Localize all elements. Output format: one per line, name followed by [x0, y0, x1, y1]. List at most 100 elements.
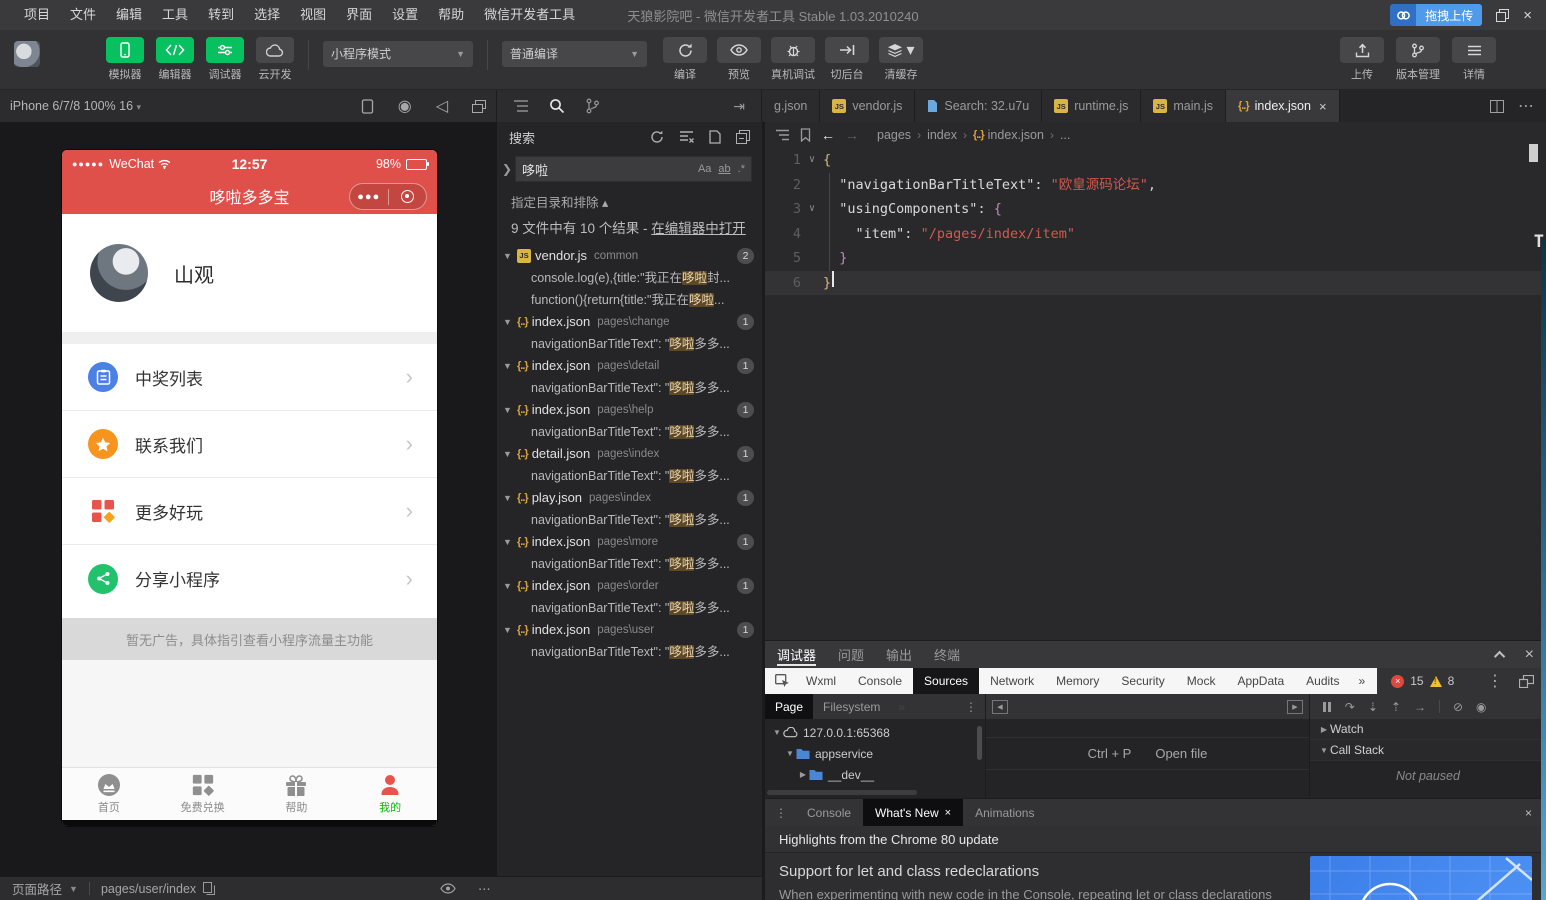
deactivate-breakpoints-icon[interactable]: ⊘	[1453, 700, 1463, 714]
tree-node-appservice[interactable]: ▼appservice	[765, 743, 985, 764]
action-预览[interactable]: 预览	[717, 37, 761, 82]
close-tab-icon[interactable]: ×	[945, 807, 951, 819]
breadcrumb-item[interactable]: ...	[1060, 128, 1070, 142]
drag-upload-button[interactable]: 拖拽上传	[1390, 4, 1482, 26]
open-search-editor-icon[interactable]	[709, 130, 721, 144]
search-result-file[interactable]: ▼{..}detail.jsonpages\index1	[497, 443, 762, 465]
more-options-icon[interactable]: ⋯	[478, 881, 491, 896]
search-result-file[interactable]: ▼{..}index.jsonpages\order1	[497, 575, 762, 597]
callstack-section[interactable]: ▼ Call Stack	[1310, 740, 1546, 761]
devtools-tab-Sources[interactable]: Sources	[913, 668, 979, 694]
menu-item-工具[interactable]: 工具	[152, 0, 198, 30]
search-match-line[interactable]: navigationBarTitleText": "哆啦多多...	[497, 509, 762, 531]
rotate-device-icon[interactable]	[361, 99, 374, 114]
devtools-tab-AppData[interactable]: AppData	[1226, 668, 1295, 694]
avatar[interactable]	[90, 244, 148, 302]
search-result-file[interactable]: ▼{..}index.jsonpages\more1	[497, 531, 762, 553]
overflow-tabs-icon[interactable]: »	[890, 700, 913, 714]
search-icon[interactable]	[549, 98, 565, 114]
devtools-kebab-icon[interactable]: ⋮	[1487, 671, 1503, 691]
navigate-back-icon[interactable]: ←	[821, 127, 835, 143]
search-match-line[interactable]: console.log(e),{title:"我正在哆啦封...	[497, 267, 762, 289]
match-case-toggle[interactable]: Aa	[698, 163, 711, 175]
devtools-tab-Mock[interactable]: Mock	[1176, 668, 1227, 694]
breadcrumb-item[interactable]: {..}index.json	[973, 128, 1044, 142]
search-match-line[interactable]: navigationBarTitleText": "哆啦多多...	[497, 421, 762, 443]
whole-word-toggle[interactable]: ab	[718, 163, 730, 175]
pause-on-exceptions-icon[interactable]: ◉	[1476, 700, 1486, 714]
search-match-line[interactable]: navigationBarTitleText": "哆啦多多...	[497, 333, 762, 355]
open-in-editor-link[interactable]: 在编辑器中打开	[651, 221, 746, 236]
menu-item-界面[interactable]: 界面	[336, 0, 382, 30]
search-result-file[interactable]: ▼{..}play.jsonpages\index1	[497, 487, 762, 509]
debugger-tab-输出[interactable]: 输出	[886, 641, 912, 668]
search-result-file[interactable]: ▼{..}index.jsonpages\help1	[497, 399, 762, 421]
git-branch-icon[interactable]	[585, 98, 600, 114]
fold-icon[interactable]: ∨	[801, 148, 823, 173]
sidebar-tab-Filesystem[interactable]: Filesystem	[813, 694, 890, 719]
drawer-tab-Animations[interactable]: Animations	[963, 799, 1046, 826]
devtools-tab-Security[interactable]: Security	[1110, 668, 1175, 694]
search-result-file[interactable]: ▼{..}index.jsonpages\user1	[497, 619, 762, 641]
step-icon[interactable]: →	[1414, 700, 1426, 714]
copy-path-icon[interactable]	[203, 882, 215, 895]
phone-tab-帮助[interactable]: 帮助	[250, 768, 344, 820]
sidebar-tab-Page[interactable]: Page	[765, 694, 813, 719]
collapse-all-icon[interactable]	[736, 130, 750, 144]
explorer-icon[interactable]	[513, 99, 529, 113]
breadcrumb-item[interactable]: index	[927, 128, 957, 142]
drawer-tab-What's New[interactable]: What's New×	[863, 799, 963, 826]
inspect-element-icon[interactable]	[769, 674, 795, 688]
tab-g.json[interactable]: g.json	[762, 90, 820, 122]
scrollbar-thumb[interactable]	[767, 790, 917, 795]
search-match-line[interactable]: navigationBarTitleText": "哆啦多多...	[497, 597, 762, 619]
scrollbar-thumb[interactable]	[1529, 144, 1538, 162]
record-screen-icon[interactable]: ◉	[398, 96, 412, 116]
devtools-tab-Network[interactable]: Network	[979, 668, 1045, 694]
menu-item-设置[interactable]: 设置	[382, 0, 428, 30]
device-select[interactable]: iPhone 6/7/8 100% 16 ▾	[10, 99, 141, 113]
phone-tab-首页[interactable]: 首页	[62, 768, 156, 820]
drawer-tab-Console[interactable]: Console	[795, 799, 863, 826]
close-panel-icon[interactable]: ×	[1525, 646, 1534, 664]
devtools-tab-Console[interactable]: Console	[847, 668, 913, 694]
menu-item-帮助[interactable]: 帮助	[428, 0, 474, 30]
devtools-tab-Memory[interactable]: Memory	[1045, 668, 1110, 694]
watch-section[interactable]: ▶ Watch	[1310, 719, 1546, 740]
search-input[interactable]: 哆啦 Aa ab .*	[515, 156, 752, 182]
close-tab-icon[interactable]: ×	[1319, 99, 1327, 114]
split-editor-icon[interactable]	[1490, 100, 1504, 113]
bookmark-icon[interactable]	[800, 128, 811, 142]
fold-icon[interactable]: ∨	[801, 197, 823, 222]
overflow-tabs-icon[interactable]: »	[1351, 674, 1374, 688]
menu-item-微信开发者工具[interactable]: 微信开发者工具	[474, 0, 585, 30]
user-avatar[interactable]	[14, 41, 40, 67]
search-result-file[interactable]: ▼{..}index.jsonpages\detail1	[497, 355, 762, 377]
menu-item-中奖列表[interactable]: 中奖列表›	[62, 344, 437, 411]
pin-editor-icon[interactable]: ⇥	[733, 98, 745, 115]
action-清缓存[interactable]: ▾清缓存	[879, 37, 923, 82]
next-file-icon[interactable]: ▶	[1287, 700, 1303, 714]
miniprogram-capsule[interactable]: ●●●	[349, 183, 427, 210]
toggle-编辑器[interactable]: 编辑器	[156, 37, 194, 82]
menu-item-联系我们[interactable]: 联系我们›	[62, 411, 437, 478]
debugger-tab-调试器[interactable]: 调试器	[777, 641, 816, 668]
debugger-tab-终端[interactable]: 终端	[934, 641, 960, 668]
menu-item-分享小程序[interactable]: 分享小程序›	[62, 545, 437, 612]
scrollbar-thumb[interactable]	[977, 726, 982, 760]
clear-results-icon[interactable]	[679, 130, 694, 144]
open-file-label[interactable]: Open file	[1155, 746, 1207, 761]
phone-tab-我的[interactable]: 我的	[343, 768, 437, 820]
collapse-panel-icon[interactable]	[1494, 650, 1505, 661]
menu-item-编辑[interactable]: 编辑	[106, 0, 152, 30]
devtools-tab-Audits[interactable]: Audits	[1295, 668, 1350, 694]
toggle-replace-icon[interactable]: ❯	[499, 162, 515, 176]
toggle-模拟器[interactable]: 模拟器	[106, 37, 144, 82]
more-actions-icon[interactable]: ⋯	[1518, 96, 1534, 116]
more-menu-icon[interactable]: ●●●	[350, 191, 388, 203]
search-match-line[interactable]: navigationBarTitleText": "哆啦多多...	[497, 641, 762, 663]
search-match-line[interactable]: navigationBarTitleText": "哆啦多多...	[497, 377, 762, 399]
drawer-kebab-icon[interactable]: ⋮	[765, 806, 795, 820]
float-window-icon[interactable]	[472, 100, 486, 113]
action-切后台[interactable]: 切后台	[825, 37, 869, 82]
